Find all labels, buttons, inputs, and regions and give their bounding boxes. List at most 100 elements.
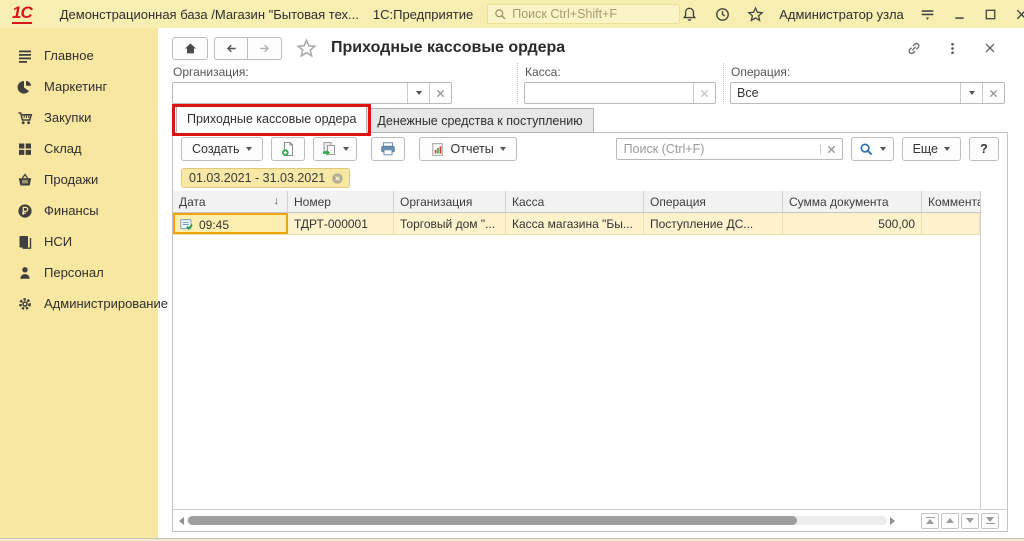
column-header-number[interactable]: Номер bbox=[288, 191, 394, 212]
column-header-operation[interactable]: Операция bbox=[644, 191, 783, 212]
organization-dropdown-icon[interactable] bbox=[407, 83, 429, 103]
cell-organization[interactable]: Торговый дом "... bbox=[394, 213, 506, 234]
copy-button[interactable] bbox=[313, 137, 357, 161]
maximize-button[interactable] bbox=[983, 6, 999, 22]
scrollbar-thumb[interactable] bbox=[188, 516, 797, 525]
cell-operation[interactable]: Поступление ДС... bbox=[644, 213, 783, 234]
sidebar-item-label: Финансы bbox=[44, 203, 99, 218]
gear-icon bbox=[17, 296, 33, 312]
date-filter-tag[interactable]: 01.03.2021 - 31.03.2021 bbox=[181, 168, 350, 188]
sidebar-item-label: Склад bbox=[44, 141, 82, 156]
documents-table-area: Дата ↓ Номер Организация Касса Операция … bbox=[173, 191, 1007, 510]
close-form-icon[interactable] bbox=[982, 40, 998, 56]
main-area: Приходные кассовые ордера Организация: bbox=[158, 28, 1024, 538]
current-user[interactable]: Администратор узла bbox=[779, 7, 904, 22]
documents-table: Дата ↓ Номер Организация Касса Операция … bbox=[173, 191, 981, 509]
home-button[interactable] bbox=[172, 37, 208, 60]
cart-icon bbox=[17, 110, 33, 126]
sidebar-item-sklad[interactable]: Склад bbox=[0, 133, 158, 164]
row-down-button[interactable] bbox=[961, 513, 979, 529]
service-menu-icon[interactable] bbox=[919, 5, 937, 23]
cell-kassa[interactable]: Касса магазина "Бы... bbox=[506, 213, 644, 234]
help-button[interactable]: ? bbox=[969, 137, 999, 161]
menu-lines-icon bbox=[17, 48, 33, 64]
sidebar-item-prodazhi[interactable]: Продажи bbox=[0, 164, 158, 195]
operation-dropdown-icon[interactable] bbox=[960, 83, 982, 103]
list-search-field[interactable] bbox=[616, 138, 843, 160]
scroll-left-icon[interactable] bbox=[179, 517, 184, 525]
history-icon[interactable] bbox=[713, 5, 731, 23]
form-header: Приходные кассовые ордера bbox=[158, 28, 1024, 60]
tab-denezhnye-sredstva[interactable]: Денежные средства к поступлению bbox=[367, 108, 593, 133]
list-search-clear-icon[interactable] bbox=[820, 145, 842, 154]
sidebar-item-marketing[interactable]: Маркетинг bbox=[0, 71, 158, 102]
filter-organization: Организация: bbox=[172, 63, 518, 104]
organization-clear-icon[interactable] bbox=[429, 83, 451, 103]
operation-clear-icon[interactable] bbox=[982, 83, 1004, 103]
books-icon bbox=[17, 234, 33, 250]
more-button[interactable]: Еще bbox=[902, 137, 961, 161]
create-button[interactable]: Создать bbox=[181, 137, 263, 161]
scroll-right-icon[interactable] bbox=[890, 517, 895, 525]
kassa-input[interactable] bbox=[525, 83, 693, 103]
close-window-button[interactable] bbox=[1014, 6, 1024, 22]
ruble-icon bbox=[17, 203, 33, 219]
get-link-icon[interactable] bbox=[906, 40, 922, 56]
print-button[interactable] bbox=[371, 137, 405, 161]
sidebar-item-nsi[interactable]: НСИ bbox=[0, 226, 158, 257]
sidebar-item-label: Продажи bbox=[44, 172, 98, 187]
horizontal-scrollbar-row bbox=[173, 510, 1007, 531]
list-panel: Создать Отчеты bbox=[172, 132, 1008, 532]
operation-combobox[interactable] bbox=[730, 82, 1005, 104]
column-header-kassa[interactable]: Касса bbox=[506, 191, 644, 212]
add-to-favorites-star-icon[interactable] bbox=[296, 38, 317, 59]
remove-filter-icon[interactable] bbox=[331, 172, 344, 185]
create-new-document-button[interactable] bbox=[271, 137, 305, 161]
kassa-combobox[interactable] bbox=[524, 82, 716, 104]
global-search[interactable] bbox=[487, 4, 680, 24]
table-row[interactable]: 09:45 ТДРТ-000001 Торговый дом "... Касс… bbox=[173, 213, 980, 235]
more-actions-icon[interactable] bbox=[944, 40, 960, 56]
organization-input[interactable] bbox=[173, 83, 407, 103]
cell-number[interactable]: ТДРТ-000001 bbox=[288, 213, 394, 234]
cell-comment[interactable] bbox=[922, 213, 980, 234]
reports-button[interactable]: Отчеты bbox=[419, 137, 517, 161]
sidebar-item-glavnoe[interactable]: Главное bbox=[0, 40, 158, 71]
app-name: 1С:Предприятие bbox=[373, 7, 473, 22]
list-toolbar: Создать Отчеты bbox=[173, 133, 1007, 165]
horizontal-scrollbar[interactable] bbox=[187, 516, 887, 525]
column-header-date[interactable]: Дата ↓ bbox=[173, 191, 288, 212]
history-nav-group bbox=[214, 37, 282, 60]
active-filters-row: 01.03.2021 - 31.03.2021 bbox=[173, 165, 1007, 191]
row-up-button[interactable] bbox=[941, 513, 959, 529]
sidebar-item-finansy[interactable]: Финансы bbox=[0, 195, 158, 226]
scroll-bottom-button[interactable] bbox=[981, 513, 999, 529]
column-header-comment[interactable]: Комментари bbox=[922, 191, 980, 212]
operation-input[interactable] bbox=[731, 83, 960, 103]
favorites-star-icon[interactable] bbox=[746, 5, 764, 23]
column-header-organization[interactable]: Организация bbox=[394, 191, 506, 212]
column-header-amount[interactable]: Сумма документа bbox=[783, 191, 922, 212]
sidebar-item-personal[interactable]: Персонал bbox=[0, 257, 158, 288]
page-title: Приходные кассовые ордера bbox=[331, 39, 565, 57]
advanced-search-button[interactable] bbox=[851, 137, 894, 161]
list-search-input[interactable] bbox=[617, 142, 820, 156]
sidebar-item-zakupki[interactable]: Закупки bbox=[0, 102, 158, 133]
minimize-button[interactable] bbox=[952, 6, 968, 22]
scroll-top-button[interactable] bbox=[921, 513, 939, 529]
cell-date[interactable]: 09:45 bbox=[173, 213, 288, 234]
sidebar-item-label: Персонал bbox=[44, 265, 104, 280]
row-navigation-buttons bbox=[921, 513, 1001, 529]
kassa-clear-icon[interactable] bbox=[693, 83, 715, 103]
organization-combobox[interactable] bbox=[172, 82, 452, 104]
cell-amount[interactable]: 500,00 bbox=[783, 213, 922, 234]
back-button[interactable] bbox=[214, 37, 248, 60]
posted-document-icon bbox=[179, 217, 194, 232]
tab-prihodnye-kassovye-ordera[interactable]: Приходные кассовые ордера bbox=[176, 106, 367, 133]
person-icon bbox=[17, 265, 33, 281]
forward-button[interactable] bbox=[248, 37, 282, 60]
notifications-bell-icon[interactable] bbox=[680, 5, 698, 23]
filters-panel: Организация: Касса: Операция: bbox=[158, 60, 1024, 104]
global-search-input[interactable] bbox=[512, 7, 673, 21]
sidebar-item-administrirovanie[interactable]: Администрирование bbox=[0, 288, 158, 319]
